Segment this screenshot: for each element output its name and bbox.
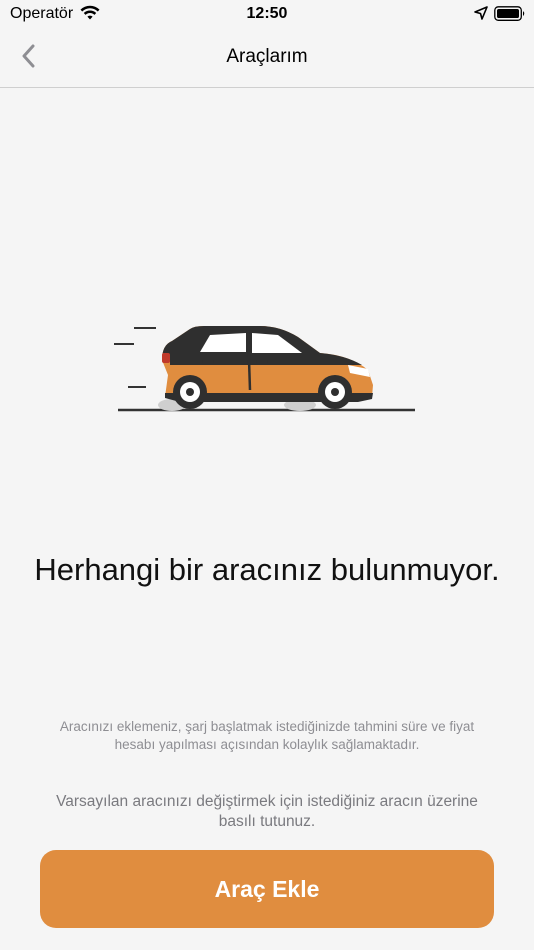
- status-bar: Operatör 12:50: [0, 0, 534, 30]
- battery-icon: [494, 6, 526, 27]
- add-vehicle-button[interactable]: Araç Ekle: [40, 850, 494, 928]
- status-time: 12:50: [246, 5, 288, 22]
- navigation-bar: Araçlarım: [0, 30, 534, 88]
- page-title: Araçlarım: [226, 46, 308, 67]
- empty-state-title: Herhangi bir aracınız bulunmuyor.: [34, 552, 500, 587]
- car-icon: [110, 315, 430, 430]
- default-vehicle-hint: Varsayılan aracınızı değiştirmek için is…: [56, 793, 478, 830]
- empty-state-info: Aracınızı eklemeniz, şarj başlatmak iste…: [59, 719, 475, 752]
- location-icon: [474, 6, 488, 25]
